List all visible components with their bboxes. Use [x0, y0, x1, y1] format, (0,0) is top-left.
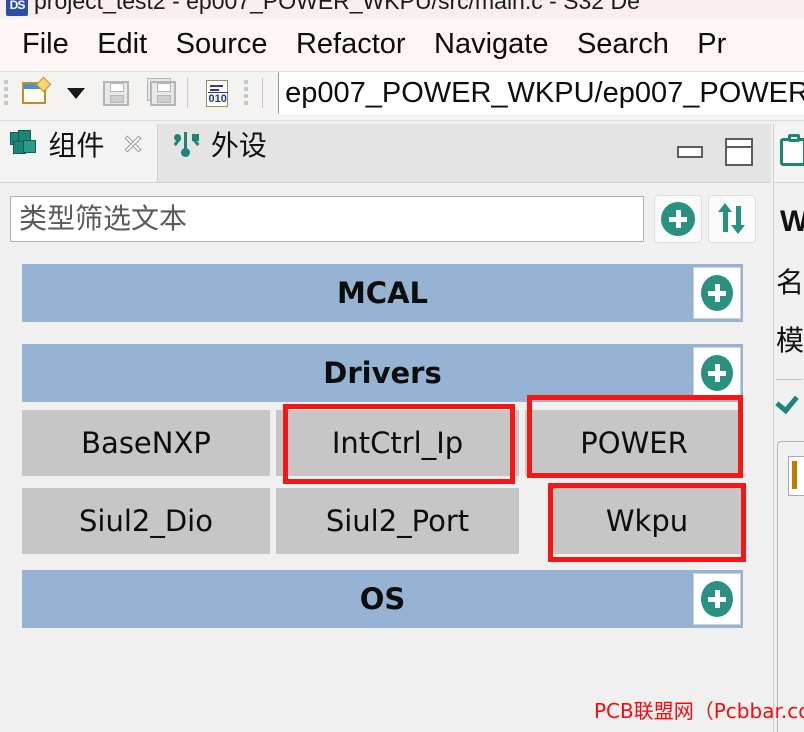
toolbar-separator-2 — [261, 78, 263, 108]
properties-group-box — [777, 441, 804, 732]
plus-circle-icon — [701, 355, 733, 391]
toolbar-drag-handle-2[interactable] — [244, 78, 250, 108]
properties-text-field[interactable] — [788, 456, 804, 496]
add-to-drivers-button[interactable] — [693, 347, 741, 399]
check-icon — [775, 389, 799, 415]
section-header-os[interactable]: OS — [22, 570, 743, 628]
properties-panel-title: W — [780, 205, 804, 239]
search-input[interactable]: 类型筛选文本 — [10, 196, 644, 242]
sort-arrows-icon — [715, 202, 749, 236]
filter-row: 类型筛选文本 — [0, 188, 771, 250]
launch-config-value: ep007_POWER_WKPU/ep007_POWER_ — [285, 77, 804, 109]
chevron-down-icon[interactable] — [66, 87, 85, 99]
main-toolbar: 010 ep007_POWER_WKPU/ep007_POWER_ — [0, 72, 804, 121]
component-tile-label: IntCtrl_Ip — [331, 426, 464, 460]
menu-item-refactor[interactable]: Refactor — [284, 18, 418, 71]
components-view-tabbar: 组件 外设 — [0, 124, 771, 183]
section-header-mcal[interactable]: MCAL — [22, 264, 743, 322]
component-tile-wkpu[interactable]: Wkpu — [551, 488, 743, 554]
component-tile-label: POWER — [580, 426, 688, 460]
component-tile-label: Siul2_Dio — [79, 504, 213, 538]
window-title: project_test2 - ep007_POWER_WKPU/src/mai… — [34, 0, 640, 14]
menu-item-edit[interactable]: Edit — [85, 18, 159, 71]
component-tree: MCAL Drivers BaseNXP IntCtrl_Ip POWER Si… — [0, 254, 771, 732]
toolbar-separator — [187, 78, 189, 108]
maximize-icon[interactable] — [725, 138, 753, 166]
section-header-drivers[interactable]: Drivers — [22, 344, 743, 402]
plus-circle-icon — [661, 202, 695, 236]
properties-divider — [776, 379, 802, 380]
menubar: File Edit Source Refactor Navigate Searc… — [0, 18, 804, 72]
menu-item-source[interactable]: Source — [164, 18, 280, 71]
binary-file-button[interactable]: 010 — [200, 76, 234, 110]
add-to-os-button[interactable] — [693, 573, 741, 625]
app-window: DS project_test2 - ep007_POWER_WKPU/src/… — [0, 0, 804, 732]
view-window-buttons — [659, 138, 753, 166]
save-button[interactable] — [99, 76, 133, 110]
properties-panel-tabbar[interactable] — [774, 124, 804, 183]
section-title-drivers: Drivers — [323, 356, 442, 390]
component-tile-basenxp[interactable]: BaseNXP — [22, 410, 270, 476]
tab-components-label: 组件 — [48, 129, 105, 162]
save-all-icon — [149, 81, 176, 106]
s32-design-studio-icon: DS — [6, 0, 28, 16]
sort-button[interactable] — [708, 195, 756, 243]
save-all-button[interactable] — [142, 76, 176, 110]
clipboard-icon — [780, 134, 804, 166]
components-icon — [10, 130, 38, 158]
new-file-button[interactable] — [18, 76, 52, 110]
launch-config-combo[interactable]: ep007_POWER_WKPU/ep007_POWER_ — [278, 72, 804, 114]
section-title-os: OS — [359, 582, 406, 616]
tab-peripherals[interactable]: 外设 — [162, 124, 278, 182]
component-tile-power[interactable]: POWER — [525, 410, 743, 476]
properties-panel: W 名 模 — [773, 124, 804, 732]
add-to-mcal-button[interactable] — [693, 267, 741, 319]
save-icon — [103, 81, 130, 106]
properties-panel-body: W 名 模 — [774, 183, 804, 732]
menu-item-search[interactable]: Search — [565, 18, 681, 71]
menu-item-navigate[interactable]: Navigate — [422, 18, 560, 71]
minimize-icon[interactable] — [676, 146, 703, 158]
properties-label-name: 名 — [776, 266, 804, 299]
binary-file-icon: 010 — [205, 80, 228, 107]
menu-item-file[interactable]: File — [10, 18, 81, 71]
component-tile-siul2-dio[interactable]: Siul2_Dio — [22, 488, 270, 554]
toolbar-drag-handle[interactable] — [4, 78, 9, 108]
components-view: 组件 外设 类型筛选文本 MCAL Drivers BaseNXP IntCtr… — [0, 124, 771, 732]
component-tile-intctrl-ip[interactable]: IntCtrl_Ip — [276, 410, 519, 476]
component-tile-label: Siul2_Port — [325, 504, 470, 538]
component-tile-label: Wkpu — [605, 504, 689, 538]
tab-peripherals-label: 外设 — [210, 129, 267, 162]
add-component-button[interactable] — [654, 195, 702, 243]
search-input-value: 类型筛选文本 — [19, 202, 188, 235]
tab-components[interactable]: 组件 — [0, 124, 158, 182]
close-icon[interactable] — [121, 132, 145, 156]
window-titlebar: DS project_test2 - ep007_POWER_WKPU/src/… — [0, 0, 804, 18]
component-tile-siul2-port[interactable]: Siul2_Port — [276, 488, 519, 554]
plus-circle-icon — [701, 581, 733, 617]
usb-peripherals-icon — [172, 130, 200, 158]
watermark: PCB联盟网（Pcbbar.com) — [594, 699, 804, 723]
binary-file-label: 010 — [207, 92, 228, 105]
plus-circle-icon — [701, 275, 733, 311]
properties-label-mode: 模 — [776, 324, 804, 357]
new-file-icon — [22, 82, 47, 104]
section-title-mcal: MCAL — [336, 276, 429, 310]
menu-item-project[interactable]: Pr — [685, 18, 738, 71]
component-tile-label: BaseNXP — [81, 426, 211, 460]
